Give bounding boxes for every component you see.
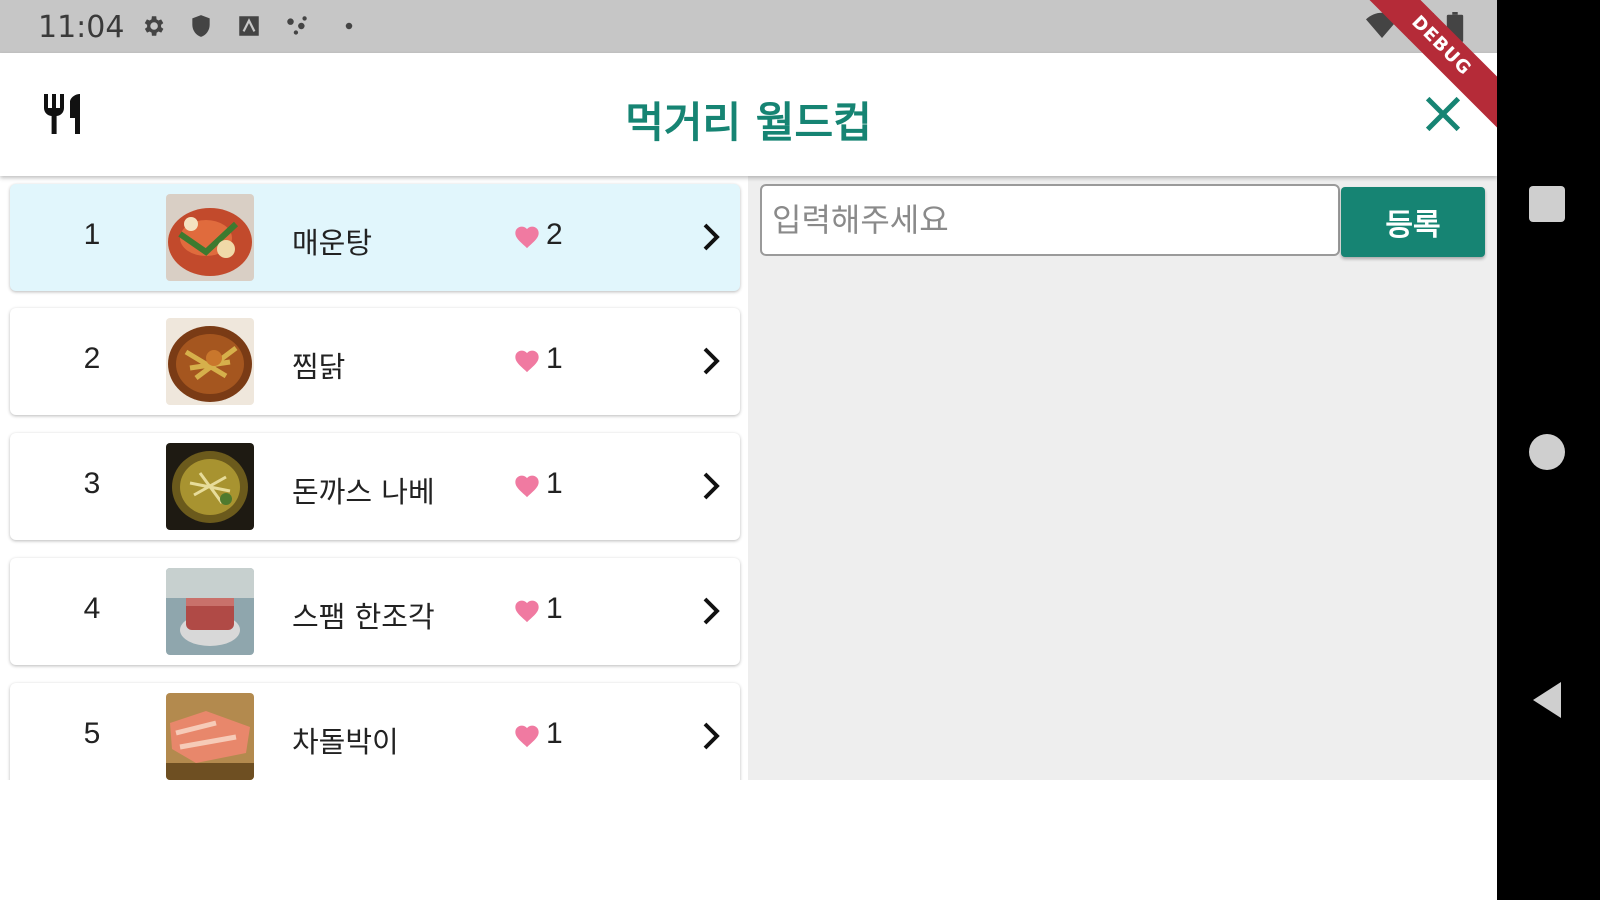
shield-icon [192,15,210,37]
app-screen: 11:04 먹거리 월드컵 DEBUG 1 매운탕 2 2 찜닭 1 3 돈까스… [0,0,1497,900]
item-rank: 3 [83,467,101,500]
heart-icon [515,600,539,623]
chevron-right-icon [703,722,720,750]
item-name: 차돌박이 [292,725,399,759]
item-name: 매운탕 [292,226,373,260]
settings-icon [144,16,164,36]
recents-icon[interactable] [1527,184,1567,224]
item-rank: 1 [83,218,101,251]
list-item[interactable]: 2 찜닭 1 [10,308,740,415]
chevron-right-icon [703,472,720,500]
heart-icon [515,475,539,498]
back-icon[interactable] [1527,680,1567,720]
home-icon[interactable] [1527,432,1567,472]
food-thumbnail [166,194,254,281]
like-count: 2 [546,218,563,251]
item-rank: 5 [83,717,101,750]
food-thumbnail [166,318,254,405]
food-thumbnail [166,693,254,780]
status-time: 11:04 [38,10,125,45]
food-name-field [760,184,1340,256]
like-count: 1 [546,717,563,750]
status-bar: 11:04 [0,0,1497,53]
like-count: 1 [546,467,563,500]
like-count: 1 [546,592,563,625]
food-list: 1 매운탕 2 2 찜닭 1 3 돈까스 나베 1 4 스팸 한조각 1 5 차… [0,176,748,780]
food-thumbnail [166,568,254,655]
close-icon[interactable] [1420,91,1466,137]
food-name-input[interactable] [762,186,1338,254]
like-count: 1 [546,342,563,375]
chevron-right-icon [703,347,720,375]
item-name: 찜닭 [292,350,346,384]
app-bar: 먹거리 월드컵 [0,53,1497,176]
heart-icon [515,350,539,373]
item-name: 돈까스 나베 [292,475,435,509]
item-name: 스팸 한조각 [292,600,435,634]
chevron-right-icon [703,597,720,625]
main-content: 1 매운탕 2 2 찜닭 1 3 돈까스 나베 1 4 스팸 한조각 1 5 차… [0,176,1497,780]
item-rank: 4 [83,592,101,625]
dot-icon [345,22,353,30]
heart-icon [515,226,539,249]
network-icon [287,16,307,35]
item-rank: 2 [83,342,101,375]
entry-pane [748,176,1497,780]
system-nav-bar [1497,0,1600,900]
list-item[interactable]: 1 매운탕 2 [10,184,740,291]
list-item[interactable]: 5 차돌박이 1 [10,683,740,780]
register-button[interactable]: 등록 [1341,187,1485,257]
list-item[interactable]: 3 돈까스 나베 1 [10,433,740,540]
heart-icon [515,725,539,748]
list-item[interactable]: 4 스팸 한조각 1 [10,558,740,665]
page-title: 먹거리 월드컵 [625,98,872,147]
storage-icon [239,16,259,36]
chevron-right-icon [703,223,720,251]
food-thumbnail [166,443,254,530]
